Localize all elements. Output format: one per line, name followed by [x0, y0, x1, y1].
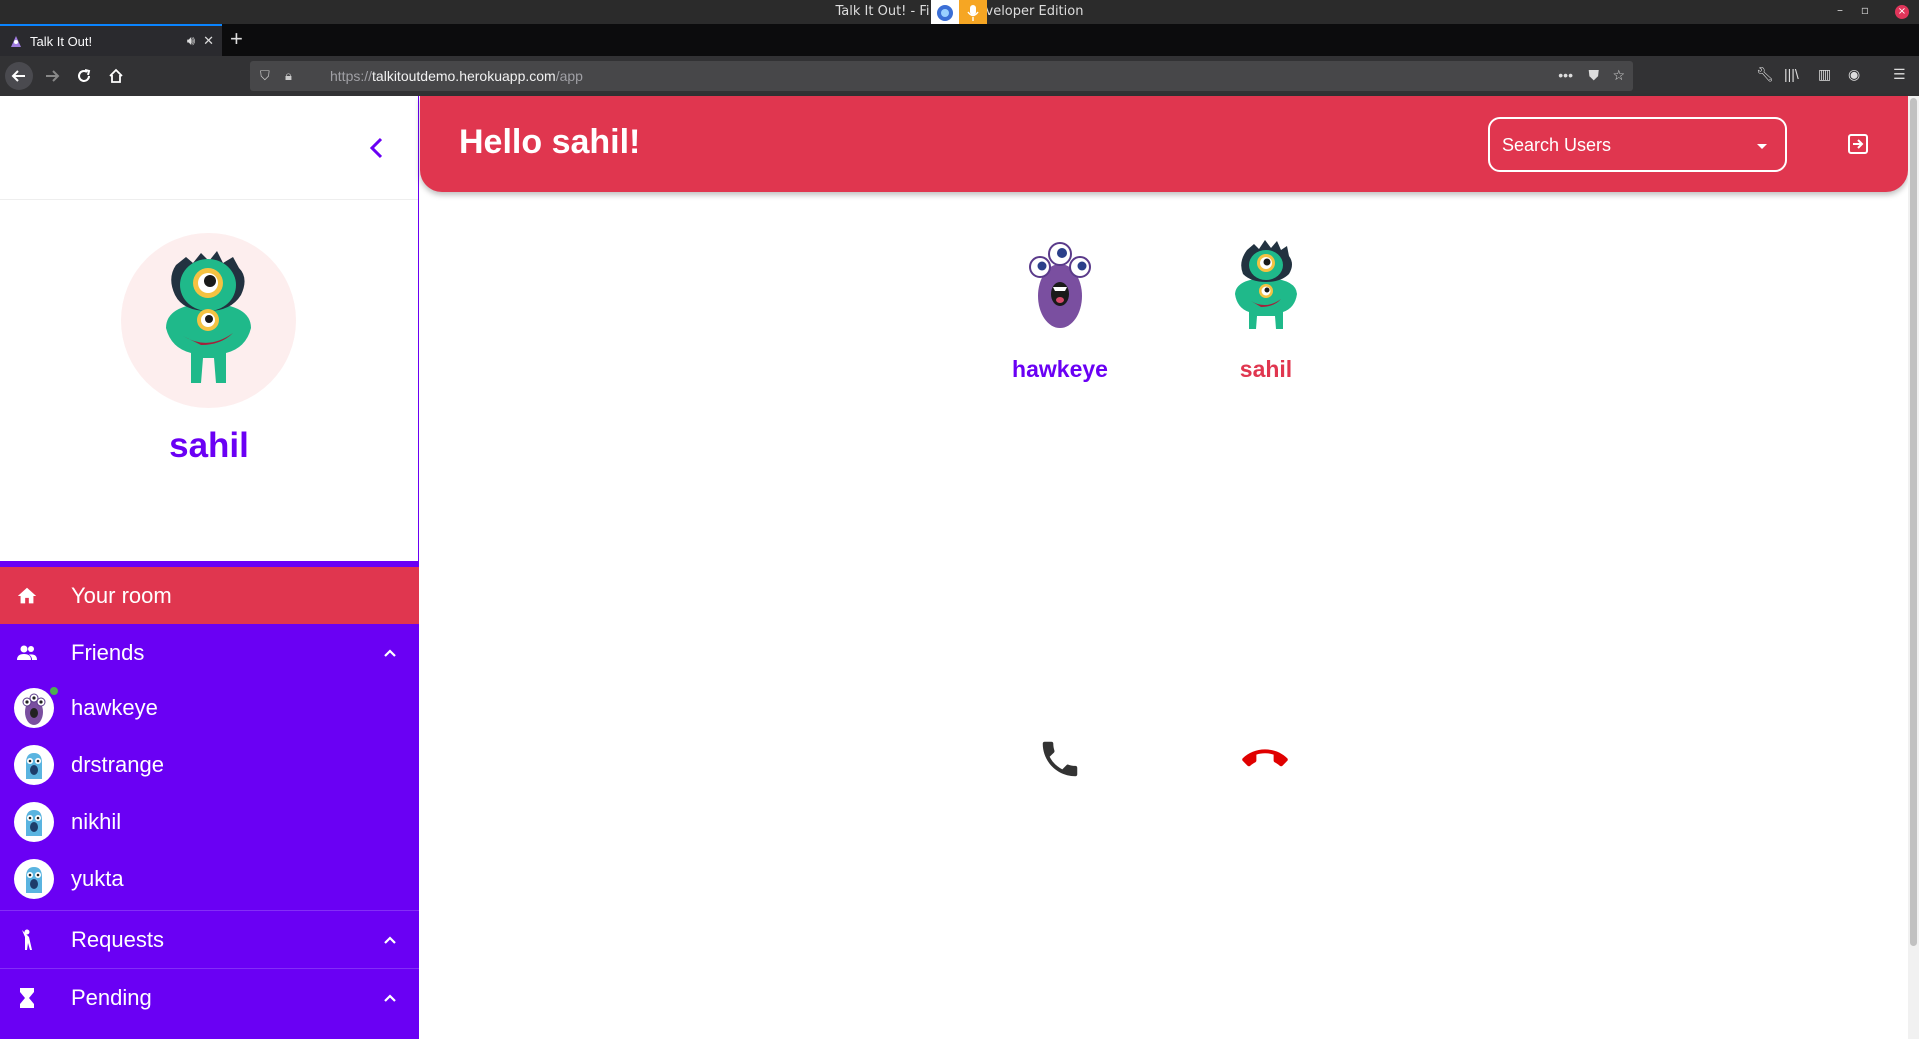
minimize-icon[interactable]: –: [1837, 3, 1843, 17]
scrollbar-thumb[interactable]: [1910, 98, 1917, 946]
home-button[interactable]: [102, 62, 130, 90]
url-host: talkitoutdemo.herokuapp.com: [372, 68, 556, 84]
back-arrow-icon: [11, 70, 25, 82]
chevron-up-icon[interactable]: [380, 930, 400, 950]
url-path: /app: [555, 68, 583, 84]
friend-avatar: [14, 745, 54, 785]
person-waving-icon: [14, 927, 40, 953]
menu-item-pending[interactable]: Pending: [0, 969, 419, 1026]
friend-item-nikhil[interactable]: nikhil: [0, 794, 419, 851]
search-users-select[interactable]: Search Users: [1488, 117, 1787, 172]
hamburger-menu-icon[interactable]: ☰: [1893, 66, 1906, 83]
url-text[interactable]: https://talkitoutdemo.herokuapp.com/app: [330, 68, 583, 84]
lock-icon[interactable]: 🔒︎: [285, 68, 292, 84]
menu-item-requests[interactable]: Requests: [0, 911, 419, 968]
home-icon: [109, 68, 123, 83]
shield-icon[interactable]: ⛉: [260, 68, 270, 84]
participant-name: sahil: [1239, 356, 1293, 382]
participant-hawkeye: hawkeye: [990, 234, 1130, 383]
tab-favicon-icon: [11, 36, 21, 47]
profile-avatar: [121, 233, 296, 408]
bookmark-star-icon[interactable]: ☆: [1612, 67, 1625, 84]
participant-avatar: [1015, 234, 1105, 334]
greeting-title: Hello sahil!: [459, 123, 641, 161]
friend-item-hawkeye[interactable]: hawkeye: [0, 680, 419, 737]
forward-arrow-icon: [46, 70, 60, 82]
firefox-icon: [931, 0, 959, 26]
blue-monster-avatar-icon: [26, 810, 42, 836]
library-icon[interactable]: |||\: [1784, 66, 1799, 82]
hourglass-icon: [14, 985, 40, 1011]
participant-sahil: sahil: [1196, 234, 1336, 383]
chevron-up-icon[interactable]: [380, 988, 400, 1008]
logout-icon[interactable]: [1845, 131, 1871, 157]
menu-item-friends[interactable]: Friends: [0, 624, 419, 681]
url-bar[interactable]: ⛉ 🔒︎ https://talkitoutdemo.herokuapp.com…: [250, 61, 1633, 91]
friend-item-drstrange[interactable]: drstrange: [0, 737, 419, 794]
sidebar-toggle-icon[interactable]: ▥: [1818, 66, 1831, 83]
friend-avatar: [14, 859, 54, 899]
friend-avatar: [14, 688, 54, 728]
friend-name: yukta: [71, 866, 124, 891]
sidebar-menu: Your room Friends hawkeye drstrange nikh…: [0, 561, 419, 1039]
search-placeholder: Search Users: [1502, 135, 1612, 155]
sidebar: sahil Your room Friends hawkeye drstrang…: [0, 96, 419, 1039]
hang-up-call-icon[interactable]: [1242, 736, 1288, 782]
speaker-icon[interactable]: 🔊︎: [187, 33, 195, 49]
maximize-icon[interactable]: ▫: [1861, 3, 1869, 17]
page-actions-icon[interactable]: •••: [1558, 67, 1573, 83]
profile-name: sahil: [169, 426, 249, 465]
sharing-indicator[interactable]: [931, 0, 987, 26]
green-monster-avatar-icon: [1235, 240, 1297, 329]
navigation-bar: ⛉ 🔒︎ https://talkitoutdemo.herokuapp.com…: [0, 56, 1919, 96]
reload-button[interactable]: [70, 62, 98, 90]
answer-call-icon[interactable]: [1037, 736, 1083, 782]
friend-item-yukta[interactable]: yukta: [0, 851, 419, 908]
account-icon[interactable]: ◉: [1848, 66, 1860, 83]
purple-monster-avatar-icon: [22, 693, 46, 725]
menu-label-friends: Friends: [71, 639, 145, 665]
tab-close-icon[interactable]: ✕: [203, 33, 214, 49]
menu-label-your-room: Your room: [71, 582, 172, 608]
page-scrollbar[interactable]: [1908, 96, 1919, 1039]
participant-avatar: [1221, 234, 1311, 334]
sidebar-header: [0, 96, 418, 200]
tab-strip: Talk It Out! 🔊︎ ✕ +: [0, 24, 1919, 56]
menu-label-requests: Requests: [71, 926, 164, 952]
blue-monster-avatar-icon: [26, 753, 42, 779]
online-status-dot: [50, 687, 58, 695]
purple-monster-avatar-icon: [1029, 242, 1091, 328]
reload-icon: [78, 69, 91, 82]
dropdown-arrow-icon: [1757, 144, 1767, 149]
window-close-icon[interactable]: ×: [1895, 5, 1909, 19]
microphone-icon: [959, 0, 987, 26]
friend-name: hawkeye: [71, 695, 158, 720]
menu-label-pending: Pending: [71, 984, 152, 1010]
window-title-text: Talk It Out! - Fi: [835, 4, 930, 19]
friend-name: nikhil: [71, 809, 122, 834]
tab-title: Talk It Out!: [30, 33, 93, 49]
app-header: Hello sahil! Search Users: [420, 96, 1908, 192]
window-title-tail: veloper Edition: [985, 4, 1084, 19]
browser-tab[interactable]: Talk It Out! 🔊︎ ✕: [0, 24, 222, 56]
pocket-icon[interactable]: ⛊: [1589, 67, 1600, 84]
back-button[interactable]: [5, 62, 33, 90]
participant-name: hawkeye: [1012, 356, 1108, 382]
people-icon: [14, 640, 40, 666]
url-prefix: https://: [330, 68, 373, 84]
menu-item-your-room[interactable]: Your room: [0, 567, 419, 624]
home-icon: [14, 583, 40, 609]
chevron-up-icon[interactable]: [380, 643, 400, 663]
collapse-sidebar-chevron-icon[interactable]: [365, 136, 389, 160]
new-tab-button[interactable]: +: [230, 28, 243, 50]
forward-button[interactable]: [38, 62, 66, 90]
wrench-icon[interactable]: 🔧︎: [1756, 66, 1774, 83]
blue-monster-avatar-icon: [26, 867, 42, 893]
app-root: sahil Your room Friends hawkeye drstrang…: [0, 96, 1919, 1039]
green-monster-avatar-icon: [166, 251, 251, 383]
friend-avatar: [14, 802, 54, 842]
friend-name: drstrange: [71, 752, 164, 777]
